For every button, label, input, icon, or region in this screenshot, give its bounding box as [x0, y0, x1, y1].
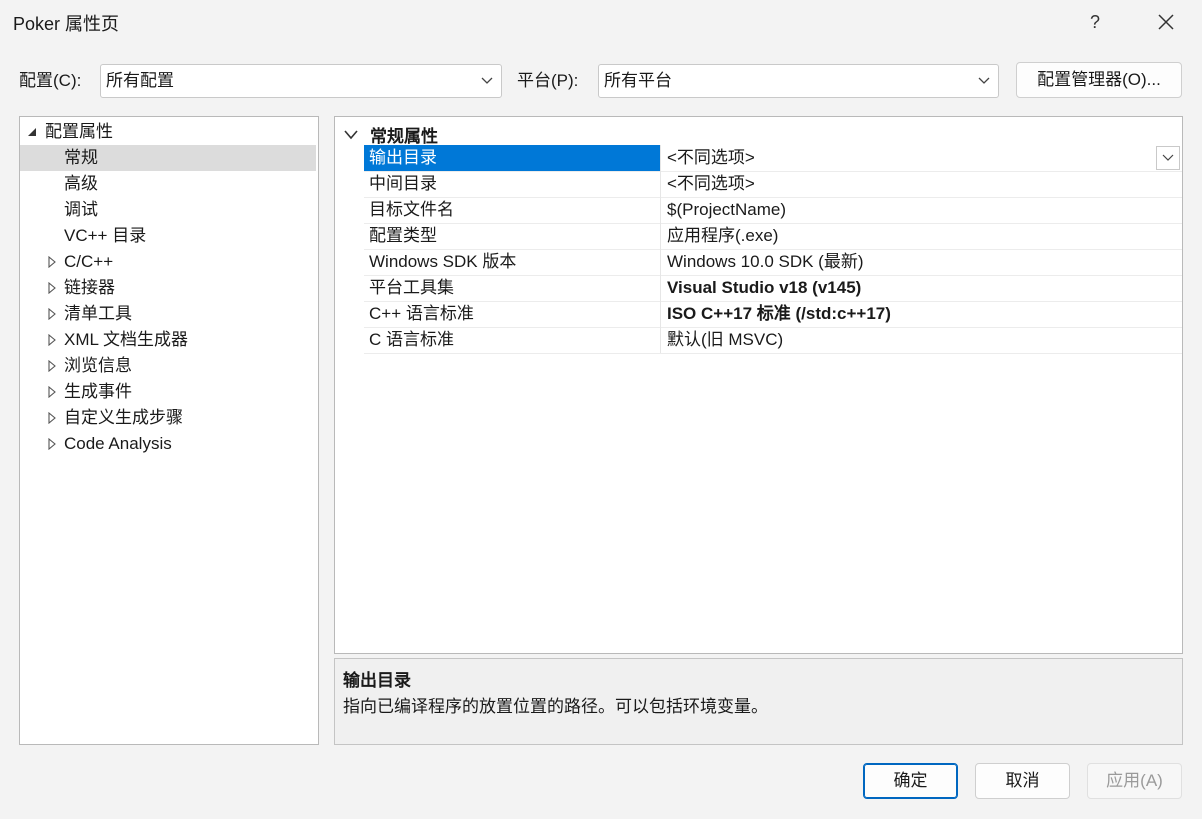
property-value[interactable]: <不同选项>	[663, 171, 1182, 197]
tree-item-config-properties[interactable]: 配置属性	[20, 119, 316, 145]
tree-item-label: 配置属性	[45, 122, 113, 141]
property-value[interactable]: Windows 10.0 SDK (最新)	[663, 249, 1182, 275]
tree-item-advanced[interactable]: 高级	[20, 171, 316, 197]
tree-item-manifest-tool[interactable]: 清单工具	[20, 301, 316, 327]
tree-item-vc-directories[interactable]: VC++ 目录	[20, 223, 316, 249]
tree-item-label: 清单工具	[64, 304, 132, 323]
platform-label: 平台(P):	[517, 71, 579, 90]
category-title: 常规属性	[370, 127, 438, 146]
property-name: 配置类型	[364, 223, 661, 249]
collapsed-arrow-icon[interactable]	[46, 353, 58, 379]
tree-item-build-events[interactable]: 生成事件	[20, 379, 316, 405]
tree-item-debugging[interactable]: 调试	[20, 197, 316, 223]
property-name: C++ 语言标准	[364, 301, 661, 327]
property-name: 目标文件名	[364, 197, 661, 223]
property-value[interactable]: 应用程序(.exe)	[663, 223, 1182, 249]
property-value[interactable]: 默认(旧 MSVC)	[663, 327, 1182, 353]
window-title: Poker 属性页	[13, 14, 120, 34]
ok-button[interactable]: 确定	[863, 763, 958, 799]
property-row-cpp-standard[interactable]: C++ 语言标准 ISO C++17 标准 (/std:c++17)	[364, 301, 1182, 328]
tree-item-label: VC++ 目录	[64, 226, 147, 245]
description-title: 输出目录	[343, 671, 411, 690]
tree-item-linker[interactable]: 链接器	[20, 275, 316, 301]
property-row-sdk-version[interactable]: Windows SDK 版本 Windows 10.0 SDK (最新)	[364, 249, 1182, 276]
platform-dropdown[interactable]: 所有平台	[598, 64, 999, 98]
property-row-c-standard[interactable]: C 语言标准 默认(旧 MSVC)	[364, 327, 1182, 354]
chevron-down-icon	[481, 65, 493, 97]
property-grid: 常规属性 输出目录 <不同选项> 中间目录 <不同选项> 目标文件名 $(Pro…	[334, 116, 1183, 654]
tree-item-label: 自定义生成步骤	[64, 408, 183, 427]
tree-item-label: 高级	[64, 174, 98, 193]
description-text: 指向已编译程序的放置位置的路径。可以包括环境变量。	[343, 697, 768, 716]
collapsed-arrow-icon[interactable]	[46, 249, 58, 275]
tree-item-label: 链接器	[64, 278, 115, 297]
config-manager-button[interactable]: 配置管理器(O)...	[1016, 62, 1182, 98]
property-row-output-dir[interactable]: 输出目录 <不同选项>	[364, 145, 1182, 172]
property-row-config-type[interactable]: 配置类型 应用程序(.exe)	[364, 223, 1182, 250]
collapsed-arrow-icon[interactable]	[46, 275, 58, 301]
property-name: 输出目录	[364, 145, 661, 171]
tree-item-label: 常规	[64, 148, 98, 167]
property-name: Windows SDK 版本	[364, 249, 661, 275]
value-dropdown-button[interactable]	[1156, 146, 1180, 170]
property-value[interactable]: ISO C++17 标准 (/std:c++17)	[663, 301, 1182, 327]
tree-item-label: XML 文档生成器	[64, 330, 189, 349]
property-row-platform-toolset[interactable]: 平台工具集 Visual Studio v18 (v145)	[364, 275, 1182, 302]
collapse-chevron-icon[interactable]	[344, 125, 358, 145]
platform-dropdown-value: 所有平台	[604, 71, 672, 90]
collapsed-arrow-icon[interactable]	[46, 405, 58, 431]
close-button[interactable]	[1150, 6, 1182, 38]
tree-item-code-analysis[interactable]: Code Analysis	[20, 431, 316, 457]
tree-item-browse-info[interactable]: 浏览信息	[20, 353, 316, 379]
property-row-intermediate-dir[interactable]: 中间目录 <不同选项>	[364, 171, 1182, 198]
property-name: C 语言标准	[364, 327, 661, 353]
property-name: 中间目录	[364, 171, 661, 197]
help-button[interactable]: ?	[1080, 6, 1110, 38]
chevron-down-icon	[978, 65, 990, 97]
tree-item-c-cpp[interactable]: C/C++	[20, 249, 316, 275]
tree-item-label: C/C++	[64, 252, 114, 271]
property-name: 平台工具集	[364, 275, 661, 301]
tree-item-xml-doc-generator[interactable]: XML 文档生成器	[20, 327, 316, 353]
config-dropdown-value: 所有配置	[106, 71, 174, 90]
tree-item-general[interactable]: 常规	[20, 145, 316, 171]
expanded-arrow-icon[interactable]	[26, 119, 38, 145]
cancel-button[interactable]: 取消	[975, 763, 1070, 799]
config-label: 配置(C):	[19, 71, 82, 90]
property-row-target-name[interactable]: 目标文件名 $(ProjectName)	[364, 197, 1182, 224]
collapsed-arrow-icon[interactable]	[46, 379, 58, 405]
tree-item-label: 浏览信息	[64, 356, 132, 375]
config-tree: 配置属性 常规 高级 调试 VC++ 目录 C/C++ 链接器 清单工具 XML…	[19, 116, 319, 745]
tree-item-label: Code Analysis	[64, 434, 172, 453]
config-dropdown[interactable]: 所有配置	[100, 64, 502, 98]
collapsed-arrow-icon[interactable]	[46, 301, 58, 327]
category-header[interactable]: 常规属性	[335, 119, 1182, 146]
property-value[interactable]: <不同选项>	[663, 145, 1182, 171]
property-value[interactable]: Visual Studio v18 (v145)	[663, 275, 1182, 301]
apply-button[interactable]: 应用(A)	[1087, 763, 1182, 799]
collapsed-arrow-icon[interactable]	[46, 327, 58, 353]
close-icon	[1158, 14, 1174, 30]
property-value[interactable]: $(ProjectName)	[663, 197, 1182, 223]
tree-item-label: 生成事件	[64, 382, 132, 401]
chevron-down-icon	[1162, 154, 1174, 161]
tree-item-label: 调试	[64, 200, 98, 219]
tree-item-custom-build-step[interactable]: 自定义生成步骤	[20, 405, 316, 431]
collapsed-arrow-icon[interactable]	[46, 431, 58, 457]
description-panel: 输出目录 指向已编译程序的放置位置的路径。可以包括环境变量。	[334, 658, 1183, 745]
